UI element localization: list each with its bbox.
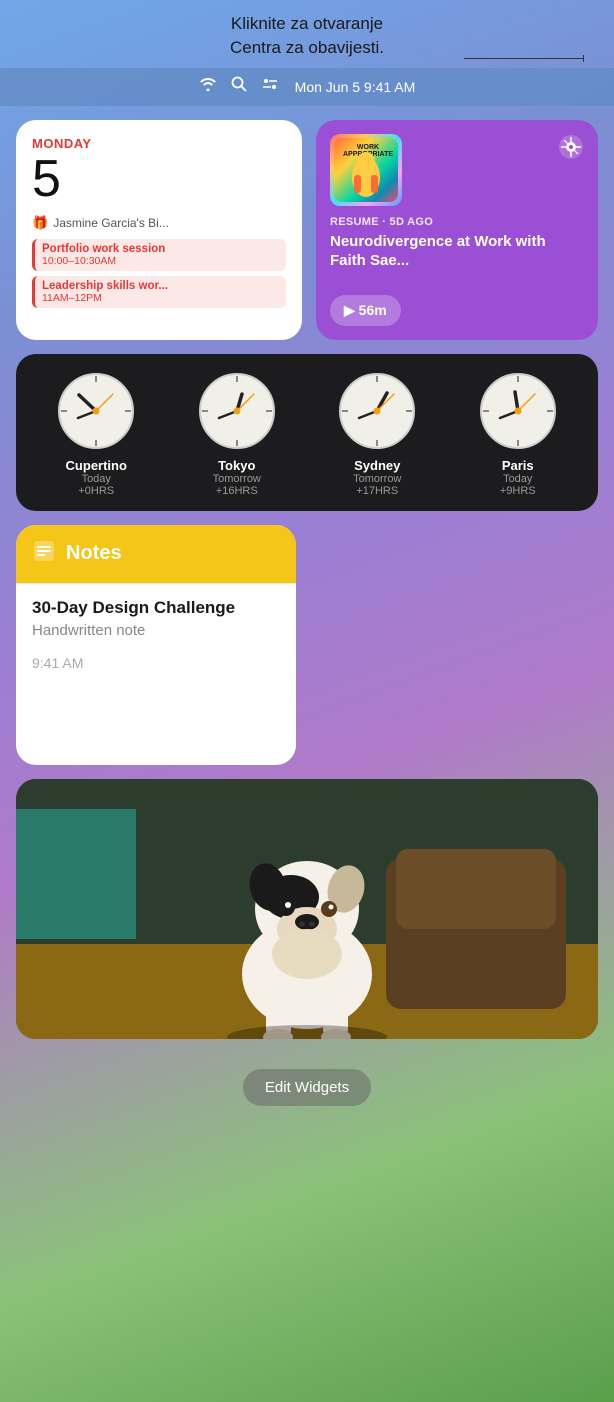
podcast-play-button[interactable]: ▶ 56m [330,295,401,326]
calendar-widget[interactable]: MONDAY 5 🎁 Jasmine Garcia's Bi... Portfo… [16,120,302,340]
menu-bar-datetime: Mon Jun 5 9:41 AM [295,79,416,95]
clock-tokyo: Tokyo Tomorrow+16HRS [198,372,276,497]
world-clock-widget[interactable]: Cupertino Today+0HRS Tokyo Tomorrow+16HR… [16,354,598,511]
edit-widgets-container: Edit Widgets [16,1053,598,1126]
calendar-day: MONDAY [32,136,286,151]
notes-note-title: 30-Day Design Challenge [32,598,280,618]
gift-icon: 🎁 [32,215,48,231]
notes-note-time: 9:41 AM [32,655,280,671]
clock-cupertino: Cupertino Today+0HRS [57,372,135,497]
clock-label-paris: Paris Today+9HRS [500,458,536,497]
podcast-widget[interactable]: WORK APPROPRIATE [316,120,598,340]
notes-widget[interactable]: Notes 30-Day Design Challenge Handwritte… [16,525,296,765]
notes-app-icon [32,539,56,569]
photo-widget[interactable] [16,779,598,1039]
notes-app-title: Notes [66,542,122,565]
calendar-birthday: 🎁 Jasmine Garcia's Bi... [32,215,286,231]
clock-sydney: Sydney Tomorrow+17HRS [338,372,416,497]
wifi-icon[interactable] [199,77,217,96]
notes-note-subtitle: Handwritten note [32,622,280,639]
clock-face-tokyo [198,372,276,450]
clock-label-cupertino: Cupertino Today+0HRS [66,458,127,497]
calendar-event-2: Leadership skills wor... 11AM–12PM [32,276,286,308]
podcast-meta: RESUME · 5D AGO [330,216,584,228]
calendar-event-1: Portfolio work session 10:00–10:30AM [32,239,286,271]
menu-bar-icons [199,76,279,97]
notes-header: Notes [16,525,296,583]
calendar-date: 5 [32,153,286,205]
clock-face-sydney [338,372,416,450]
clock-face-paris [479,372,557,450]
dog-photo [16,779,598,1039]
notes-body: 30-Day Design Challenge Handwritten note… [16,583,296,685]
edit-widgets-button[interactable]: Edit Widgets [243,1069,371,1106]
clock-label-tokyo: Tokyo Tomorrow+16HRS [213,458,261,497]
clock-face-cupertino [57,372,135,450]
control-center-icon[interactable] [261,77,279,96]
podcast-cover: WORK APPROPRIATE [330,134,402,206]
clock-paris: Paris Today+9HRS [479,372,557,497]
podcast-title: Neurodivergence at Work with Faith Sae..… [330,232,584,285]
menu-bar: Mon Jun 5 9:41 AM [0,68,614,106]
clock-label-sydney: Sydney Tomorrow+17HRS [353,458,401,497]
search-icon[interactable] [231,76,247,97]
podcast-header: WORK APPROPRIATE [330,134,584,206]
podcasts-icon [558,134,584,166]
notification-center-line [464,58,584,59]
widgets-container: MONDAY 5 🎁 Jasmine Garcia's Bi... Portfo… [0,106,614,1140]
top-row: MONDAY 5 🎁 Jasmine Garcia's Bi... Portfo… [16,120,598,340]
